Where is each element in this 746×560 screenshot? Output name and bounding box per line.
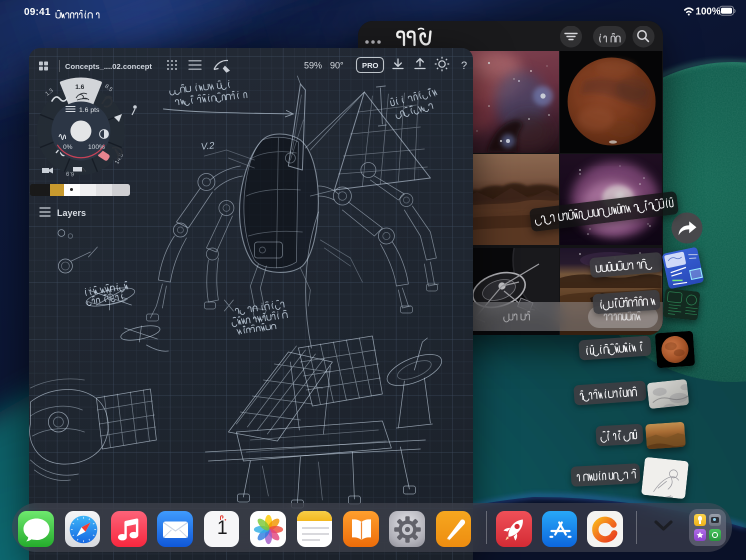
svg-text:?: ? <box>461 60 467 72</box>
svg-text:Layers: Layers <box>57 208 86 218</box>
svg-text:90°: 90° <box>330 61 344 71</box>
svg-text:8.5: 8.5 <box>103 84 113 94</box>
svg-text:1.6 pts: 1.6 pts <box>79 107 100 114</box>
svg-text:100%: 100% <box>88 144 105 151</box>
svg-text:59%: 59% <box>304 61 322 71</box>
svg-text:0%: 0% <box>63 144 73 151</box>
svg-text:1.6: 1.6 <box>75 84 84 91</box>
svg-text:1.3: 1.3 <box>44 88 54 98</box>
svg-text:PRO: PRO <box>362 61 379 70</box>
svg-text:100%: 100% <box>696 7 721 18</box>
